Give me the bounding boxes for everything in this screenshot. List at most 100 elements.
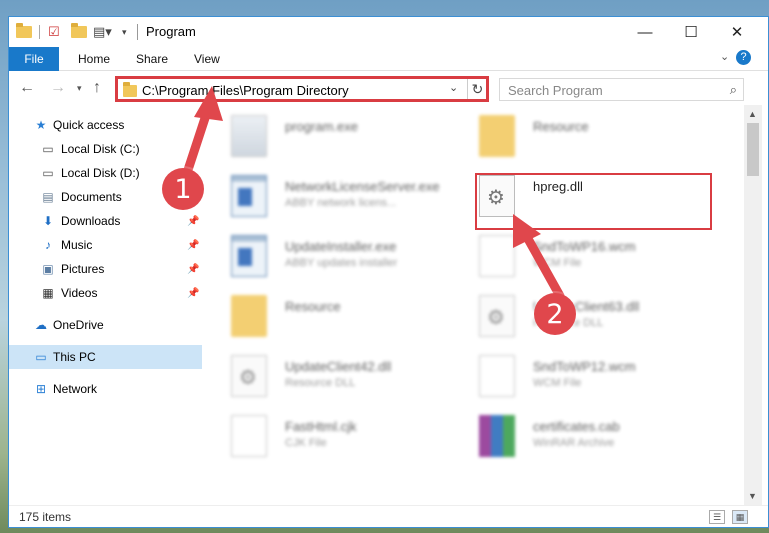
archive-icon [479,415,515,457]
nav-label: Local Disk (D:) [61,166,140,180]
tab-file[interactable]: File [9,47,59,71]
dll-icon [479,295,515,337]
file-item[interactable]: program.exe [209,113,439,173]
nav-label: OneDrive [53,318,104,332]
file-description: Resource DLL [285,377,356,389]
scroll-thumb[interactable] [747,123,759,176]
ribbon-expand-icon[interactable]: ⌄ [720,50,729,63]
ribbon: File Home Share View ⌄ ? [9,47,768,71]
minimize-button[interactable]: — [622,17,668,47]
file-item[interactable]: Resource [209,293,439,353]
search-icon[interactable]: ⌕ [730,82,737,98]
videos-icon: ▦ [42,286,54,300]
help-icon[interactable]: ? [736,50,751,65]
nav-music[interactable]: ♪ Music 📌 [9,233,202,257]
forward-icon[interactable]: → [50,79,66,97]
file-name: UpdateInstaller.exe [285,239,397,254]
file-item[interactable]: NetworkLicenseServer.exe ABBY network li… [209,173,440,233]
file-name: SndToWP12.wcm [533,359,636,374]
properties-icon[interactable]: ☑ [48,23,60,41]
nav-onedrive[interactable]: ☁ OneDrive [9,313,202,337]
file-name: SndToWP16.wcm [533,239,636,254]
document-icon [479,355,515,397]
window-title: Program [146,24,196,39]
pin-icon[interactable]: 📌 [187,240,199,251]
nav-label: Videos [61,286,98,300]
vertical-scrollbar[interactable]: ▲ ▼ [744,105,762,505]
exe-icon [231,235,267,277]
file-item[interactable]: UpdateInstaller.exe ABBY updates install… [209,233,439,293]
scroll-down-icon[interactable]: ▼ [748,491,757,501]
address-bar[interactable]: C:\Program Files\Program Directory ⌄ ↻ [115,76,489,102]
file-description: WCM File [533,377,582,389]
details-view-icon[interactable]: ☰ [709,510,725,524]
network-icon: ⊞ [35,382,47,396]
refresh-icon[interactable]: ↻ [467,79,487,99]
tab-view[interactable]: View [194,52,220,66]
document-icon [231,415,267,457]
nav-quick-access[interactable]: ★ Quick access [9,113,202,137]
cloud-icon: ☁ [35,318,47,332]
step-1-badge: 1 [162,168,204,210]
nav-pictures[interactable]: ▣ Pictures 📌 [9,257,202,281]
file-item[interactable]: UpdateClient42.dll Resource DLL [209,353,439,413]
chevron-down-icon[interactable]: ⌄ [449,81,458,94]
scroll-up-icon[interactable]: ▲ [748,109,757,119]
pin-icon[interactable]: 📌 [187,288,199,299]
document-icon [479,235,515,277]
customize-qa-icon[interactable]: ▤▾ [93,23,112,41]
recent-dropdown-icon[interactable]: ▾ [77,83,82,94]
file-name: program.exe [285,119,358,134]
new-folder-icon[interactable] [71,23,87,41]
nav-local-disk-c[interactable]: ▭ Local Disk (C:) [9,137,202,161]
star-icon: ★ [35,118,47,132]
nav-downloads[interactable]: ⬇ Downloads 📌 [9,209,202,233]
qa-dropdown-icon[interactable]: ▾ [122,23,127,41]
up-icon[interactable]: ↑ [93,79,101,97]
nav-this-pc[interactable]: ▭ This PC [9,345,202,369]
folder-icon [16,23,32,41]
folder-icon [231,295,267,337]
folder-icon [123,82,137,100]
dll-icon [231,355,267,397]
file-description: CJK File [285,437,327,449]
documents-icon: ▤ [42,190,54,204]
file-item[interactable]: SndToWP12.wcm WCM File [457,353,687,413]
file-description: WCM File [533,257,582,269]
step-2-badge: 2 [534,293,576,335]
item-count: 175 items [19,510,72,524]
file-name: FastHtml.cjk [285,419,357,434]
file-item[interactable]: Resource [457,113,687,173]
back-icon[interactable]: ← [19,79,35,97]
music-icon: ♪ [45,238,51,252]
file-item[interactable]: certificates.cab WinRAR Archive [457,413,687,473]
address-path[interactable]: C:\Program Files\Program Directory [142,83,349,98]
pin-icon[interactable]: 📌 [187,216,199,227]
maximize-button[interactable]: ☐ [668,17,714,47]
file-item[interactable]: SndToWP16.wcm WCM File [457,233,687,293]
file-list: program.exe NetworkLicenseServer.exe ABB… [209,105,744,505]
address-row: ← → ▾ ↑ C:\Program Files\Program Directo… [9,71,768,105]
nav-videos[interactable]: ▦ Videos 📌 [9,281,202,305]
tab-share[interactable]: Share [136,52,168,66]
search-input[interactable]: Search Program ⌕ [499,78,744,101]
download-icon: ⬇ [42,214,54,228]
nav-label: Music [61,238,93,252]
explorer-window: ☑ ▤▾ ▾ Program — ☐ ✕ File Home Share Vie… [8,16,769,528]
large-icons-view-icon[interactable]: ▦ [732,510,748,524]
computer-icon: ▭ [35,350,47,364]
pictures-icon: ▣ [42,262,54,276]
file-item[interactable]: FastHtml.cjk CJK File [209,413,439,473]
navigation-pane: ★ Quick access ▭ Local Disk (C:) ▭ Local… [9,105,202,505]
tab-home[interactable]: Home [78,52,110,66]
nav-label: Pictures [61,262,105,276]
nav-label: This PC [53,350,96,364]
pin-icon[interactable]: 📌 [187,264,199,275]
close-button[interactable]: ✕ [714,17,760,47]
folder-icon [479,115,515,157]
search-placeholder: Search Program [508,83,603,98]
nav-label: Network [53,382,98,396]
file-description: ABBY updates installer [285,257,398,269]
nav-network[interactable]: ⊞ Network [9,377,202,401]
qa-separator [39,25,40,39]
